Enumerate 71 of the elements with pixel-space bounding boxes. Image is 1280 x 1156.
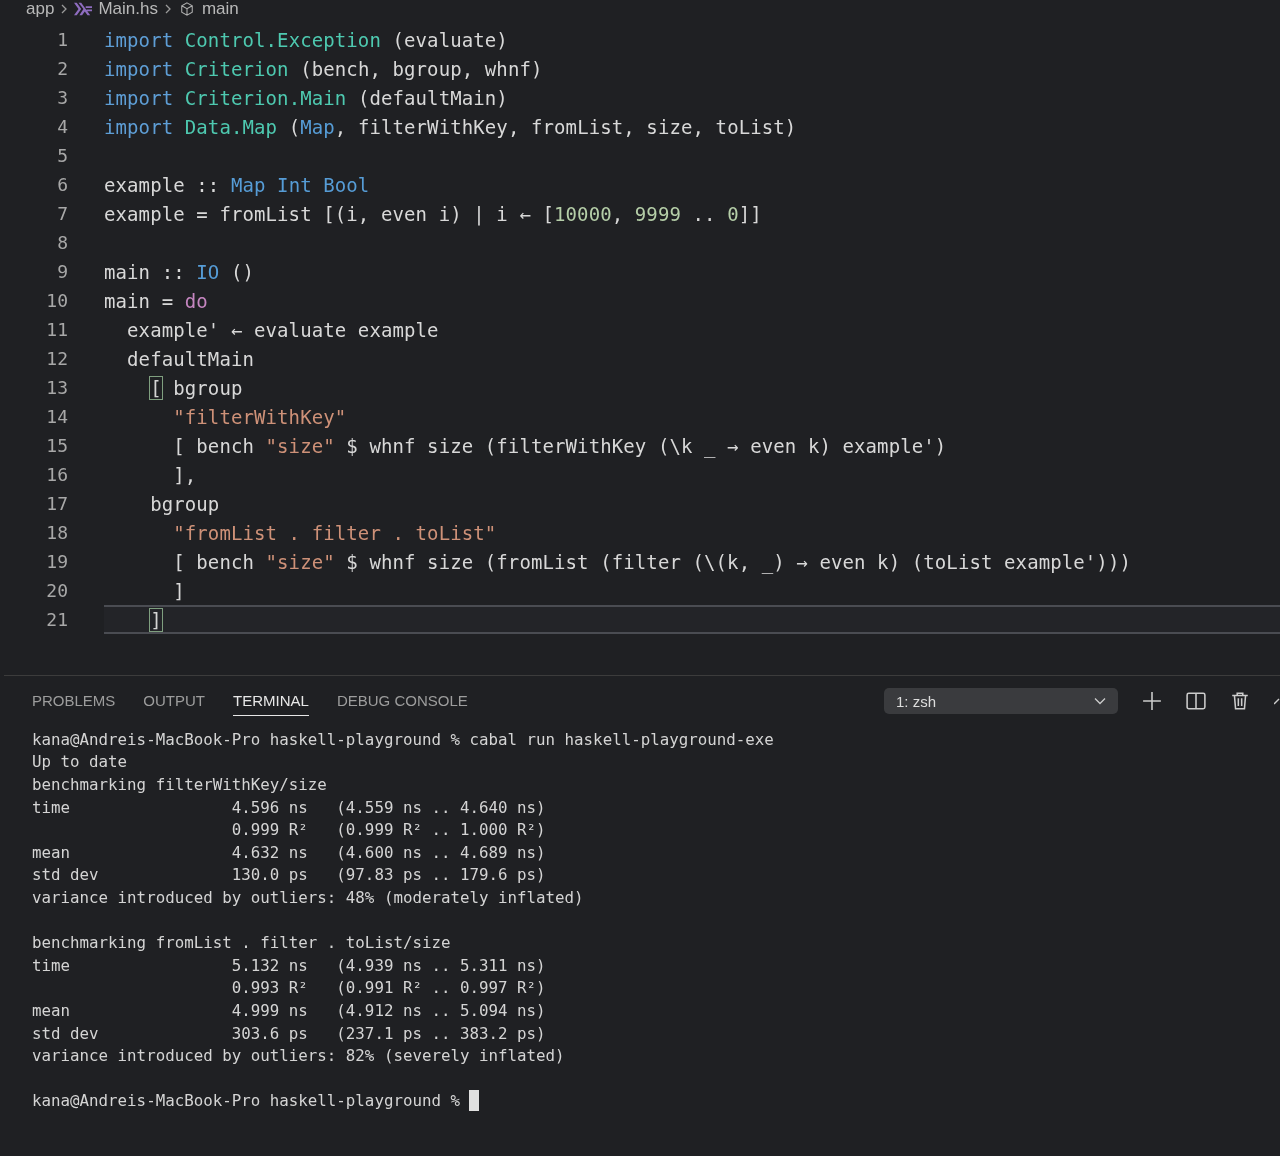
panel-tab[interactable]: OUTPUT [143,686,206,716]
breadcrumb-item[interactable]: app [26,0,55,19]
line-number: 19 [45,551,68,572]
code-line: ], [172,463,197,486]
chevron-up-icon[interactable] [1274,696,1280,706]
panel-tab[interactable]: TERMINAL [233,686,309,716]
line-number: 16 [45,464,68,485]
code-line: "filterWithKey" [172,405,347,428]
line-number: 1 [56,29,68,50]
code-line: "fromList . filter . toList" [172,521,497,544]
code-line: defaultMain [126,347,254,370]
code-line: [ bench "size" $ whnf size (fromList (filter (\(k, _) → even k) (toList example'))) [172,550,1131,573]
code-line: import Criterion.Main (defaultMain) [104,86,508,109]
code-line: import Data.Map (Map, filterWithKey, fromList, size, toList) [104,115,797,138]
terminal-line: time 5.132 ns (4.939 ns .. 5.311 ns) [32,955,546,975]
line-number: 5 [56,145,68,166]
terminal-line: 0.993 R² (0.991 R² .. 0.997 R²) [230,978,546,998]
code-line: [ bench "size" $ whnf size (filterWithKey (\k _ → even k) example') [172,434,947,457]
code-line: main = do [104,289,208,312]
code-line: import Criterion (bench, bgroup, whnf) [104,57,543,80]
code-line: [ bgroup [149,376,243,399]
plus-icon[interactable] [1142,691,1162,711]
terminal-line: variance introduced by outliers: 48% (moderately inflated) [32,887,584,907]
line-number: 8 [56,232,68,253]
terminal-line: mean 4.632 ns (4.600 ns .. 4.689 ns) [32,842,546,862]
code-line: example' ← evaluate example [126,318,439,341]
terminal-line: variance introduced by outliers: 82% (severely inflated) [32,1046,565,1066]
line-number: 9 [56,261,68,282]
chevron-right-icon [60,3,69,15]
line-number: 17 [45,493,68,514]
terminal-dropdown[interactable]: 1: zsh [884,688,1118,714]
code-line: example = fromList [(i, even i) | i ← [10000, 9999 .. 0]] [104,202,762,225]
line-number: 10 [45,290,68,311]
terminal-line: benchmarking fromList . filter . toList/size [32,933,451,953]
panel-tab[interactable]: DEBUG CONSOLE [336,686,468,716]
terminal-line: std dev 130.0 ps (97.83 ps .. 179.6 ps) [32,865,546,885]
terminal-line: benchmarking filterWithKey/size [32,775,327,794]
line-number: 12 [45,348,68,369]
haskell-icon [74,2,93,16]
line-number: 14 [45,406,68,427]
line-number: 13 [45,377,68,398]
chevron-down-icon [1094,697,1106,705]
line-number: 7 [56,203,68,224]
terminal-line: kana@Andreis-MacBook-Pro haskell-playground % [32,1091,460,1111]
code-line: ] [172,579,185,602]
terminal-line: time 4.596 ns (4.559 ns .. 4.640 ns) [32,797,546,817]
line-number: 2 [56,58,68,79]
panel-tab[interactable]: PROBLEMS [32,686,116,716]
breadcrumb-item[interactable]: main [201,0,239,19]
code-line: example :: Map Int Bool [104,173,370,196]
line-number: 21 [45,609,68,630]
code-line: main :: IO () [104,260,254,283]
line-number: 15 [45,435,68,456]
code-line: bgroup [149,492,220,515]
line-number: 18 [45,522,68,543]
line-number: 11 [45,319,68,340]
trash-icon[interactable] [1230,691,1250,711]
code-line: ] [149,608,162,631]
code-line: import Control.Exception (evaluate) [104,28,508,51]
line-number: 20 [45,580,68,601]
split-icon[interactable] [1186,691,1206,711]
line-number: 3 [56,87,68,108]
terminal-line: kana@Andreis-MacBook-Pro haskell-playground % cabal run haskell-playground-exe [32,729,774,749]
line-number: 6 [56,174,68,195]
chevron-right-icon [163,3,172,15]
line-number: 4 [56,116,68,137]
terminal-line: Up to date [32,752,128,772]
terminal-line: mean 4.999 ns (4.912 ns .. 5.094 ns) [32,1000,546,1020]
breadcrumb-item[interactable]: Main.hs [98,0,158,19]
terminal-line: 0.999 R² (0.999 R² .. 1.000 R²) [230,820,546,840]
terminal-line: std dev 303.6 ps (237.1 ps .. 383.2 ps) [32,1023,546,1043]
